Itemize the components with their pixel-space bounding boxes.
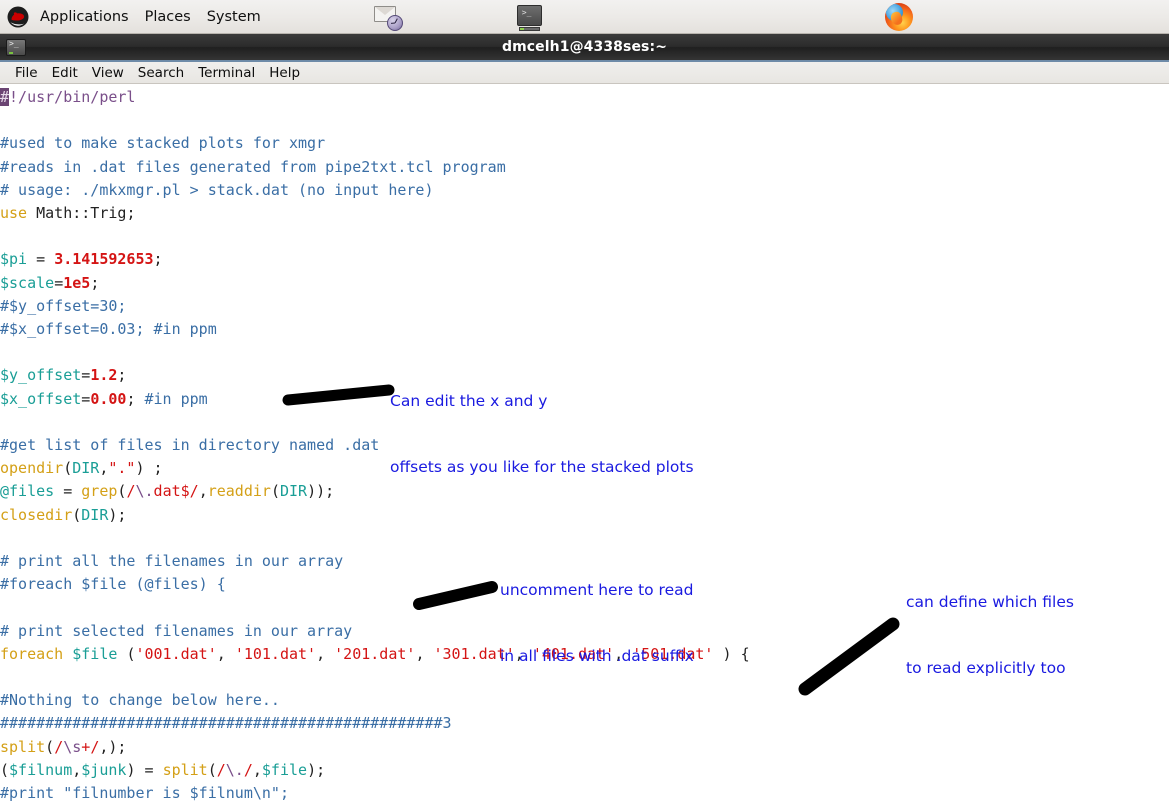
menubar: File Edit View Search Terminal Help <box>0 62 1169 84</box>
panel-menu-system[interactable]: System <box>200 6 268 28</box>
redhat-logo-icon[interactable] <box>6 6 30 28</box>
annotation-offsets-line-1: Can edit the x and y <box>390 392 548 410</box>
annotation-uncomment: uncomment here to read in all files with… <box>500 535 694 711</box>
window-terminal-icon <box>6 38 26 56</box>
annotation-offsets: Can edit the x and y offsets as you like… <box>390 346 694 522</box>
menu-search[interactable]: Search <box>131 63 191 83</box>
annotation-arrow-3 <box>798 617 900 696</box>
annotation-uncomment-line-2: in all files with .dat suffix <box>500 647 694 665</box>
menu-file[interactable]: File <box>8 63 45 83</box>
menu-terminal[interactable]: Terminal <box>191 63 262 83</box>
terminal-icon[interactable] <box>515 3 545 31</box>
annotation-uncomment-line-1: uncomment here to read <box>500 581 694 599</box>
terminal-code-area[interactable]: #!/usr/bin/perl #used to make stacked pl… <box>0 84 1169 809</box>
panel-menu-places[interactable]: Places <box>138 6 198 28</box>
annotation-explicit-line-1: can define which files <box>906 593 1074 611</box>
window-titlebar[interactable]: dmcelh1@4338ses:~ <box>0 34 1169 62</box>
gnome-top-panel: Applications Places System <box>0 0 1169 34</box>
firefox-icon[interactable] <box>884 2 913 31</box>
menu-help[interactable]: Help <box>262 63 307 83</box>
menu-view[interactable]: View <box>85 63 131 83</box>
mail-clock-icon[interactable] <box>373 3 403 31</box>
annotation-offsets-line-2: offsets as you like for the stacked plot… <box>390 458 694 476</box>
panel-menu-applications[interactable]: Applications <box>33 6 136 28</box>
annotation-explicit-line-2: to read explicitly too <box>906 659 1066 677</box>
terminal-window: dmcelh1@4338ses:~ File Edit View Search … <box>0 34 1169 809</box>
annotation-explicit-files: can define which files to read explicitl… <box>906 547 1074 723</box>
window-title: dmcelh1@4338ses:~ <box>501 39 668 55</box>
menu-edit[interactable]: Edit <box>45 63 85 83</box>
